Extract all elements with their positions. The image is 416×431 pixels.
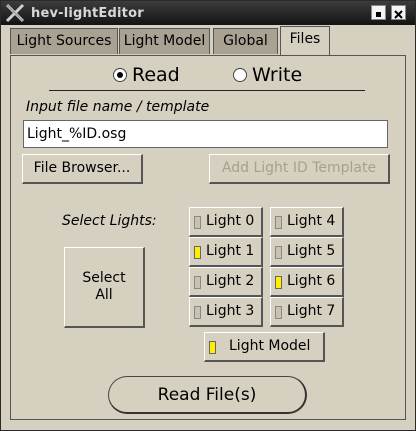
divider xyxy=(49,90,365,91)
light-model-button[interactable]: Light Model xyxy=(204,332,325,362)
read-files-button[interactable]: Read File(s) xyxy=(108,376,307,414)
light-indicator-icon xyxy=(209,341,216,354)
light-label: Light 0 xyxy=(206,213,255,229)
select-all-label-line2: All xyxy=(95,287,113,303)
x-logo-icon xyxy=(5,3,25,23)
read-radio[interactable]: Read xyxy=(113,64,180,86)
light-1-button[interactable]: Light 1 xyxy=(189,237,263,267)
select-all-label-line1: Select xyxy=(82,270,126,286)
radio-selected-icon xyxy=(113,68,127,82)
light-0-button[interactable]: Light 0 xyxy=(189,207,263,237)
window-title: hev-lightEditor xyxy=(31,6,144,21)
light-label: Light 5 xyxy=(287,243,336,259)
title-bar[interactable]: hev-lightEditor xyxy=(1,1,415,25)
light-3-button[interactable]: Light 3 xyxy=(189,297,263,327)
app-window: hev-lightEditor Light Sources Light Mode… xyxy=(0,0,416,431)
select-lights-label: Select Lights: xyxy=(62,213,157,229)
light-indicator-icon xyxy=(194,216,201,229)
light-5-button[interactable]: Light 5 xyxy=(270,237,344,267)
add-light-id-template-button[interactable]: Add Light ID Template xyxy=(209,154,390,184)
light-indicator-icon xyxy=(194,276,201,289)
light-indicator-icon xyxy=(275,276,282,289)
tab-light-model[interactable]: Light Model xyxy=(119,28,210,54)
light-model-label: Light Model xyxy=(229,338,311,354)
tab-label: Global xyxy=(223,33,268,49)
light-2-button[interactable]: Light 2 xyxy=(189,267,263,297)
light-indicator-icon xyxy=(194,306,201,319)
light-label: Light 6 xyxy=(287,273,336,289)
tab-files[interactable]: Files xyxy=(280,26,330,56)
light-indicator-icon xyxy=(275,306,282,319)
light-label: Light 7 xyxy=(287,303,336,319)
radio-unselected-icon xyxy=(233,68,247,82)
tab-label: Light Sources xyxy=(16,33,112,49)
tab-label: Files xyxy=(289,31,321,47)
read-radio-label: Read xyxy=(132,64,180,86)
light-7-button[interactable]: Light 7 xyxy=(270,297,344,327)
light-label: Light 1 xyxy=(206,243,255,259)
minimize-icon xyxy=(376,12,381,17)
minimize-button[interactable] xyxy=(371,5,386,20)
light-6-button[interactable]: Light 6 xyxy=(270,267,344,297)
tab-global[interactable]: Global xyxy=(213,28,278,54)
light-indicator-icon xyxy=(194,246,201,259)
tab-label: Light Model xyxy=(123,33,206,49)
light-label: Light 2 xyxy=(206,273,255,289)
light-indicator-icon xyxy=(275,246,282,259)
file-browser-button[interactable]: File Browser... xyxy=(22,154,143,184)
close-button[interactable] xyxy=(391,5,406,20)
tab-light-sources[interactable]: Light Sources xyxy=(10,28,118,54)
light-label: Light 4 xyxy=(287,213,336,229)
write-radio[interactable]: Write xyxy=(233,64,302,86)
file-name-input[interactable]: Light_%ID.osg xyxy=(23,120,388,148)
light-4-button[interactable]: Light 4 xyxy=(270,207,344,237)
select-all-button[interactable]: Select All xyxy=(64,247,145,328)
close-icon xyxy=(394,10,403,19)
light-indicator-icon xyxy=(275,216,282,229)
write-radio-label: Write xyxy=(252,64,303,86)
input-file-label: Input file name / template xyxy=(26,99,210,115)
light-label: Light 3 xyxy=(206,303,255,319)
